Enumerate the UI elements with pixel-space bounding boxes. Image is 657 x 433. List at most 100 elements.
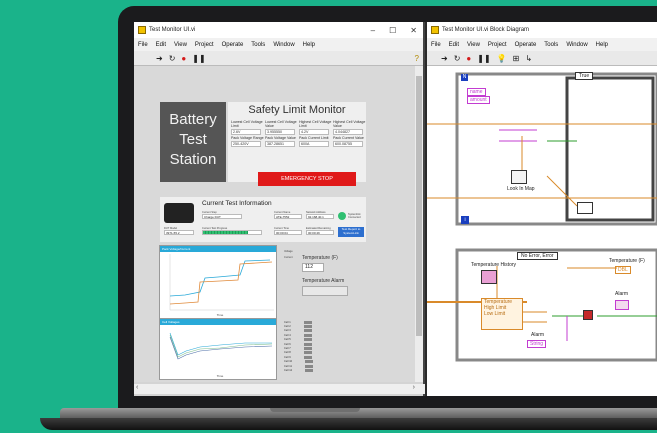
bd-run-continuous-icon[interactable]: ↻ bbox=[454, 54, 461, 63]
fp-toolbar: ➜ ↻ ● ❚❚ ? bbox=[134, 51, 423, 66]
run-icon[interactable]: ➜ bbox=[156, 54, 163, 63]
label-pack-range: Pack Voltage Range bbox=[231, 136, 264, 140]
current-step-value: Charge DUT bbox=[202, 214, 242, 219]
menu-operate[interactable]: Operate bbox=[222, 42, 244, 48]
cell-legend-swatch bbox=[303, 329, 312, 333]
network-address-value: 92.168.40.1 bbox=[306, 214, 334, 219]
menu-project[interactable]: Project bbox=[195, 42, 214, 48]
temperature-alarm-indicator bbox=[302, 286, 348, 296]
menu-file[interactable]: File bbox=[138, 42, 148, 48]
value-highest-value: 4.044827 bbox=[333, 129, 363, 135]
fp-vertical-scrollbar[interactable] bbox=[415, 66, 423, 382]
bd-menu-help[interactable]: Help bbox=[596, 42, 608, 48]
bd-run-icon[interactable]: ➜ bbox=[441, 54, 448, 63]
bd-vi-icon bbox=[431, 26, 439, 34]
temperature-label: Temperature (F) bbox=[302, 255, 338, 261]
test-progress-bar bbox=[202, 230, 262, 235]
scroll-right-icon[interactable]: › bbox=[413, 384, 415, 391]
bd-menu-view[interactable]: View bbox=[467, 42, 480, 48]
look-in-map-node-icon bbox=[511, 170, 527, 184]
bd-abort-icon[interactable]: ● bbox=[466, 54, 471, 63]
cell-series-line bbox=[169, 332, 272, 356]
bd-menu-tools[interactable]: Tools bbox=[544, 42, 558, 48]
menu-window[interactable]: Window bbox=[273, 42, 294, 48]
bd-toolbar: ➜ ↻ ● ❚❚ 💡 ⊞ ↳ bbox=[427, 51, 657, 66]
close-icon[interactable]: ✕ bbox=[410, 26, 417, 35]
fp-horizontal-scrollbar[interactable]: ‹ › bbox=[134, 384, 425, 394]
fp-scroll-thumb[interactable] bbox=[416, 76, 422, 336]
alarm2-label: Alarm bbox=[531, 332, 545, 338]
screen: Test Monitor UI.vi – ☐ ✕ File Edit View … bbox=[134, 22, 657, 396]
bd-menubar: File Edit View Project Operate Tools Win… bbox=[427, 38, 657, 51]
menu-view[interactable]: View bbox=[174, 42, 187, 48]
front-panel-window: Test Monitor UI.vi – ☐ ✕ File Edit View … bbox=[134, 22, 425, 396]
bd-menu-project[interactable]: Project bbox=[488, 42, 507, 48]
amount-terminal: amount bbox=[467, 96, 490, 104]
pack-voltage-current-chart: Pack Voltage/Current Time bbox=[159, 245, 277, 319]
value-pack-value: 387.28651 bbox=[265, 141, 295, 147]
map-node-icon bbox=[577, 202, 593, 214]
cell-legend-swatch bbox=[304, 364, 313, 368]
retain-wire-values-icon[interactable]: ⊞ bbox=[513, 54, 520, 63]
case-selector-error[interactable]: No Error, Error bbox=[517, 252, 558, 260]
bd-menu-operate[interactable]: Operate bbox=[515, 42, 537, 48]
vi-icon bbox=[138, 26, 146, 34]
value-lowest-limit: 2.6V bbox=[231, 129, 261, 135]
legend-current: Current bbox=[284, 256, 293, 259]
value-current-value: 600.08755 bbox=[333, 141, 363, 147]
pause-icon[interactable]: ❚❚ bbox=[192, 54, 205, 63]
cell-legend-swatch bbox=[305, 368, 314, 372]
cell-chart-plot: Time bbox=[169, 332, 273, 378]
help-icon[interactable]: ? bbox=[415, 54, 419, 63]
value-pack-range: 250-420V bbox=[231, 141, 261, 147]
abort-icon[interactable]: ● bbox=[181, 54, 186, 63]
alarm-terminal-icon bbox=[615, 300, 629, 310]
cell-legend-item: Cell 12 bbox=[284, 368, 314, 372]
laptop-base bbox=[0, 408, 657, 433]
voltage-chart-x-label: Time bbox=[217, 313, 224, 317]
step-into-icon[interactable]: ↳ bbox=[525, 54, 532, 63]
temperature-alarm-label: Temperature Alarm bbox=[302, 278, 345, 284]
maximize-icon[interactable]: ☐ bbox=[389, 26, 396, 35]
highlight-execution-icon[interactable]: 💡 bbox=[497, 54, 507, 63]
label-lowest-limit: Lowest Cell Voltage Limit bbox=[231, 120, 263, 128]
label-highest-value: Highest Cell Voltage Value bbox=[333, 120, 366, 128]
cell-voltages-chart: Cell Voltages Time bbox=[159, 318, 277, 380]
bd-menu-window[interactable]: Window bbox=[566, 42, 587, 48]
scroll-left-icon[interactable]: ‹ bbox=[136, 384, 138, 391]
label-pack-value: Pack Voltage Value bbox=[265, 136, 296, 140]
cluster-low-limit: Low Limit bbox=[484, 311, 506, 317]
temperature-history-label: Temperature History bbox=[471, 262, 517, 268]
bd-titlebar: Test Monitor UI.vi Block Diagram bbox=[427, 22, 657, 38]
safety-limit-monitor: Safety Limit Monitor Lowest Cell Voltage… bbox=[228, 102, 366, 186]
legend-voltage: Voltage bbox=[284, 250, 293, 253]
current-name-value: ATE-7552 bbox=[274, 214, 302, 219]
run-continuous-icon[interactable]: ↻ bbox=[169, 54, 176, 63]
connection-led bbox=[338, 212, 346, 220]
alarm-string-constant: String bbox=[527, 340, 547, 348]
cell-legend-swatch bbox=[305, 360, 314, 364]
test-progress-fill bbox=[203, 231, 249, 234]
case-selector-true[interactable]: True bbox=[575, 72, 594, 80]
minimize-icon[interactable]: – bbox=[371, 26, 375, 35]
cell-legend: Cell 1 Cell 2 Cell 3 Cell 4 Cell 5 Cell 6 Cell… bbox=[284, 320, 314, 373]
select-node-icon bbox=[583, 310, 593, 320]
bd-pause-icon[interactable]: ❚❚ bbox=[477, 54, 490, 63]
menu-edit[interactable]: Edit bbox=[156, 42, 166, 48]
menu-tools[interactable]: Tools bbox=[251, 42, 265, 48]
connection-status: Systemlink Connected bbox=[348, 213, 361, 219]
cell-legend-swatch bbox=[303, 320, 312, 324]
name-terminal: name bbox=[467, 88, 486, 96]
value-highest-limit: 4.2V bbox=[299, 129, 329, 135]
bd-menu-edit[interactable]: Edit bbox=[449, 42, 459, 48]
look-in-map-label: Look In Map bbox=[507, 186, 535, 192]
bd-menu-file[interactable]: File bbox=[431, 42, 441, 48]
block-diagram-window: Test Monitor UI.vi Block Diagram File Ed… bbox=[427, 22, 657, 396]
menu-help[interactable]: Help bbox=[303, 42, 315, 48]
emergency-stop-button[interactable]: EMERGENCY STOP bbox=[258, 172, 356, 186]
current-series-line bbox=[169, 261, 273, 305]
label-current-value: Pack Current Value bbox=[333, 136, 364, 140]
current-time-value: 00:00:04 bbox=[274, 230, 302, 235]
report-to-systemlink-button[interactable]: Test Report to SystemLink bbox=[338, 227, 364, 237]
front-panel-canvas: Battery Test Station Safety Limit Monito… bbox=[134, 66, 417, 382]
